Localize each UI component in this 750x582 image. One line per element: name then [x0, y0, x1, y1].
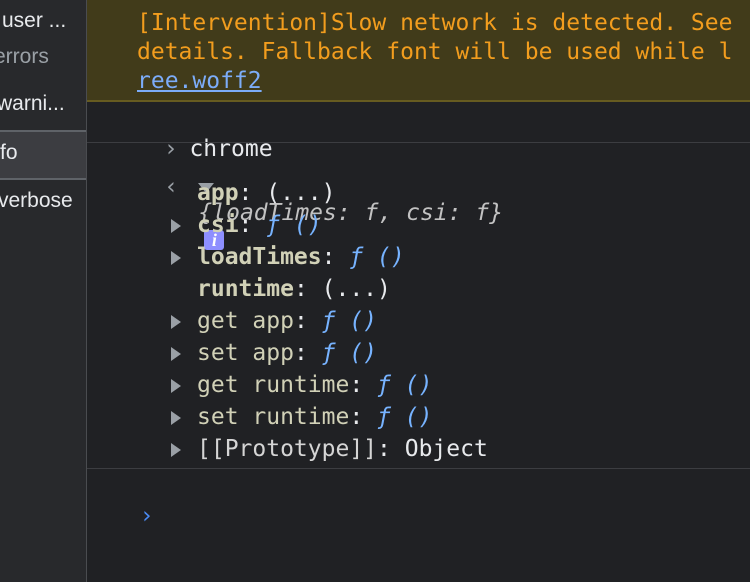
expand-triangle-icon[interactable] — [171, 442, 181, 457]
property-value[interactable]: (...) — [322, 276, 391, 302]
property-row: app: (...) — [171, 180, 336, 206]
sidebar-item-label: warni... — [0, 92, 65, 115]
property-value: Object — [404, 436, 488, 462]
expand-triangle-icon[interactable] — [171, 250, 181, 265]
sidebar-item-label: fo — [0, 141, 18, 164]
property-colon: : — [321, 244, 350, 270]
console-output: [Intervention]Slow network is detected. … — [87, 0, 750, 582]
property-key: csi — [197, 212, 239, 238]
property-value: ƒ () — [377, 404, 433, 430]
summary-colon: : — [447, 200, 476, 226]
font-file-link[interactable]: ree.woff2 — [137, 68, 262, 94]
expand-triangle-icon[interactable] — [171, 218, 181, 233]
warning-text-line-2: details. Fallback font will be used whil… — [137, 39, 732, 65]
property-row[interactable]: get runtime: ƒ () — [171, 372, 432, 398]
property-key: set runtime — [197, 404, 350, 430]
sidebar-item-label: errors — [0, 45, 49, 68]
property-value: ƒ () — [321, 340, 378, 366]
sidebar-item-label: user ... — [2, 9, 67, 32]
property-key: app — [197, 180, 239, 206]
property-colon: : — [293, 276, 322, 302]
property-value: ƒ () — [266, 212, 322, 238]
property-key: get app — [197, 308, 294, 334]
property-colon: : — [377, 436, 405, 462]
console-prompt[interactable]: › — [113, 477, 151, 555]
expand-triangle-icon[interactable] — [171, 410, 181, 425]
property-key: loadTimes — [197, 244, 322, 270]
property-value: ƒ () — [349, 244, 405, 270]
property-value[interactable]: (...) — [266, 180, 335, 206]
summary-value-2: f — [475, 200, 490, 226]
property-colon: : — [349, 372, 378, 398]
property-colon: : — [238, 212, 267, 238]
property-value: ƒ () — [321, 308, 378, 334]
expand-triangle-icon[interactable] — [171, 346, 181, 361]
sidebar-item-warnings[interactable]: warni... — [0, 83, 86, 129]
property-key: set app — [197, 340, 294, 366]
sidebar-item-verbose[interactable]: verbose — [0, 180, 86, 226]
summary-value-1: f — [364, 200, 379, 226]
intervention-warning: [Intervention]Slow network is detected. … — [87, 0, 750, 102]
prompt-chevron-icon: › — [142, 503, 152, 529]
property-row[interactable]: loadTimes: ƒ () — [171, 244, 405, 270]
summary-colon: : — [336, 200, 365, 226]
summary-key-2: csi — [406, 200, 448, 226]
warning-link-line: ree.woff2 — [137, 68, 262, 94]
sidebar-item-info[interactable]: fo — [0, 132, 86, 178]
property-row[interactable]: set app: ƒ () — [171, 340, 377, 366]
property-row: runtime: (...) — [171, 276, 391, 302]
property-colon: : — [349, 404, 378, 430]
property-colon: : — [238, 180, 267, 206]
row-divider — [87, 468, 750, 469]
property-value: ƒ () — [377, 372, 433, 398]
property-colon: : — [293, 308, 322, 334]
warning-text-line-1: [Intervention]Slow network is detected. … — [137, 10, 733, 36]
property-row[interactable]: [[Prototype]]: Object — [171, 436, 488, 462]
property-key: runtime — [197, 276, 294, 302]
property-row[interactable]: get app: ƒ () — [171, 308, 377, 334]
property-row[interactable]: csi: ƒ () — [171, 212, 322, 238]
row-divider — [87, 142, 750, 143]
warning-text-tail: l — [718, 39, 733, 65]
property-row[interactable]: set runtime: ƒ () — [171, 404, 432, 430]
summary-close-brace: } — [489, 200, 504, 226]
warning-text: details. Fallback font will be used whil… — [137, 39, 719, 65]
expand-triangle-icon[interactable] — [171, 378, 181, 393]
console-sidebar: user ... errors warni... fo verbose — [0, 0, 87, 582]
sidebar-item-errors[interactable]: errors — [0, 36, 86, 82]
property-key: [[Prototype]] — [197, 436, 378, 462]
sidebar-item-label: verbose — [0, 189, 73, 212]
summary-comma: , — [378, 200, 407, 226]
property-colon: : — [293, 340, 322, 366]
expand-triangle-icon[interactable] — [171, 314, 181, 329]
property-key: get runtime — [197, 372, 350, 398]
